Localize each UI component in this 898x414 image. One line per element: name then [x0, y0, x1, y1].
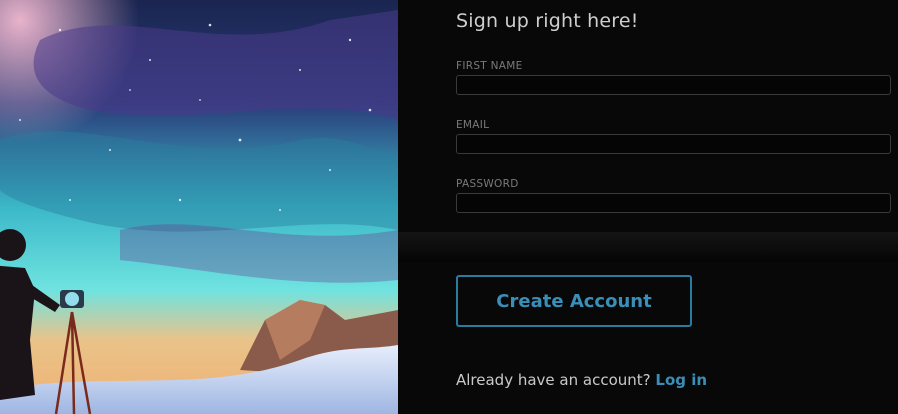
email-label: EMAIL — [456, 119, 490, 131]
night-sky-illustration — [0, 0, 398, 414]
create-account-button[interactable]: Create Account — [456, 275, 692, 327]
signup-panel: Sign up right here! FIRST NAME EMAIL PAS… — [398, 0, 898, 414]
login-prompt-text: Already have an account? — [456, 371, 651, 389]
email-input[interactable] — [456, 134, 891, 154]
password-input[interactable] — [456, 193, 891, 213]
password-label: PASSWORD — [456, 178, 519, 190]
login-link[interactable]: Log in — [655, 371, 707, 389]
first-name-label: FIRST NAME — [456, 60, 523, 72]
first-name-input[interactable] — [456, 75, 891, 95]
form-title: Sign up right here! — [456, 10, 639, 32]
login-prompt-row: Already have an account? Log in — [456, 371, 707, 389]
section-divider — [398, 232, 898, 262]
hero-illustration — [0, 0, 398, 414]
